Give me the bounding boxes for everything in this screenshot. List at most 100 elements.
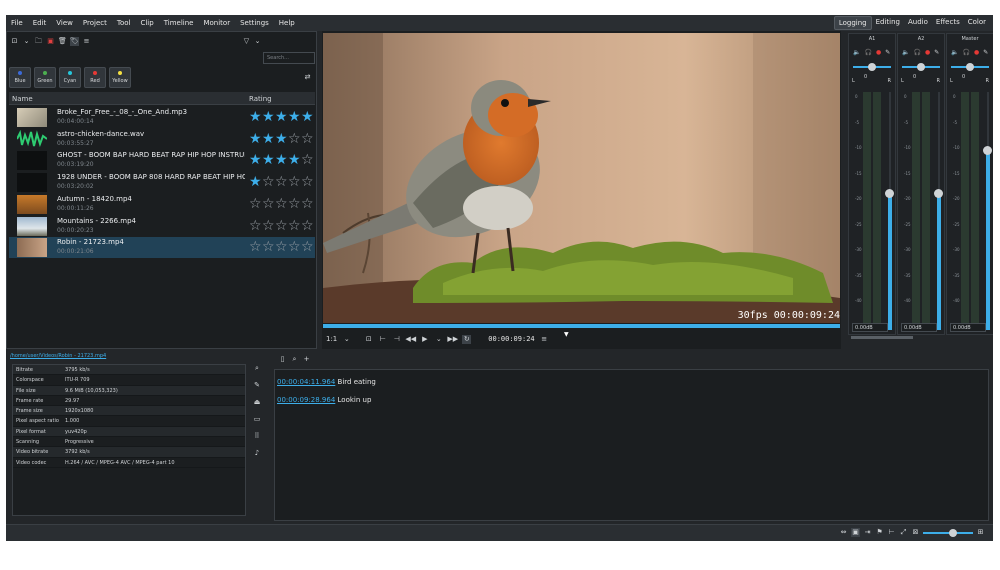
balance-slider[interactable] [951,63,989,71]
balance-slider[interactable] [902,63,940,71]
set-out-icon[interactable]: ⊣ [392,335,401,344]
sort-icon[interactable]: ⇄ [303,73,312,82]
rating-stars[interactable]: ★ ★ ★ ☆ ☆ [249,131,314,147]
flag-icon[interactable]: ⚑ [875,528,884,537]
balance-slider[interactable] [853,63,891,71]
effect-icon[interactable]: ✎ [885,49,890,56]
effect-icon[interactable]: ✎ [983,49,988,56]
clip-row[interactable]: Broke_For_Free_-_08_-_One_And.mp3 00:04:0… [9,107,315,128]
star-icon[interactable]: ☆ [275,196,288,212]
menu-edit[interactable]: Edit [28,19,52,27]
column-name-header[interactable]: Name [12,95,33,103]
effect-icon[interactable]: ✎ [934,49,939,56]
chevron-down-icon[interactable]: ⌄ [342,335,351,344]
menu-clip[interactable]: Clip [135,19,158,27]
overlay-icon[interactable]: ⊡ [364,335,373,344]
loop-icon[interactable]: ↻ [462,334,472,344]
menu-timeline[interactable]: Timeline [159,19,199,27]
star-icon[interactable]: ☆ [262,239,275,255]
add-clip-icon[interactable]: ▣ [46,37,55,46]
star-icon[interactable]: ☆ [275,218,288,234]
record-icon[interactable]: ● [925,49,930,56]
star-icon[interactable]: ★ [288,152,301,168]
layout-effects[interactable]: Effects [932,16,964,30]
tag-red[interactable]: Red [84,67,106,88]
clip-row[interactable]: astro-chicken-dance.wav 00:03:55:27 ★ ★ ★ ☆ ☆ [9,129,315,150]
star-icon[interactable]: ☆ [301,196,314,212]
star-icon[interactable]: ☆ [249,239,262,255]
zoom-slider-handle[interactable] [949,528,957,537]
star-icon[interactable]: ★ [262,152,275,168]
star-icon[interactable]: ★ [249,131,262,147]
star-icon[interactable]: ☆ [249,196,262,212]
rating-stars[interactable]: ★ ☆ ☆ ☆ ☆ [249,174,314,190]
eject-icon[interactable]: ⏏ [253,398,262,407]
menu-tool[interactable]: Tool [112,19,136,27]
star-icon[interactable]: ★ [288,109,301,125]
menu-monitor[interactable]: Monitor [198,19,235,27]
star-icon[interactable]: ☆ [262,174,275,190]
record-icon[interactable]: ● [974,49,979,56]
chevron-down-icon[interactable]: ⌄ [253,37,262,46]
layout-color[interactable]: Color [964,16,990,30]
frame-icon[interactable]: ▯ [278,355,287,364]
play-icon[interactable]: ▶ [420,335,429,344]
zoom-out-icon[interactable]: ⊠ [911,528,920,537]
star-icon[interactable]: ★ [275,109,288,125]
delete-icon[interactable]: 🗑 [58,37,67,46]
star-icon[interactable]: ☆ [275,174,288,190]
star-icon[interactable]: ★ [262,131,275,147]
column-rating-header[interactable]: Rating [249,95,272,103]
layout-audio[interactable]: Audio [904,16,932,30]
menu-settings[interactable]: Settings [235,19,274,27]
balance-handle[interactable] [868,63,876,71]
marker-time[interactable]: 00:00:09:28.964 [277,396,335,404]
tag-green[interactable]: Green [34,67,56,88]
star-icon[interactable]: ☆ [301,152,314,168]
star-icon[interactable]: ☆ [301,174,314,190]
volume-handle[interactable] [983,146,992,155]
menu-help[interactable]: Help [274,19,300,27]
record-icon[interactable]: ● [876,49,881,56]
add-marker-icon[interactable]: + [302,355,311,364]
tag-yellow[interactable]: Yellow [109,67,131,88]
clip-row[interactable]: Mountains - 2266.mp4 00:00:20:23 ☆ ☆ ☆ ☆ ☆ [9,216,315,237]
tag-blue[interactable]: Blue [9,67,31,88]
search-icon[interactable]: ⌕ [290,355,299,364]
balance-handle[interactable] [917,63,925,71]
menu-icon[interactable]: ≡ [82,37,91,46]
star-icon[interactable]: ★ [301,109,314,125]
volume-slider-fill[interactable] [986,149,990,330]
volume-handle[interactable] [885,189,894,198]
frame-icon[interactable]: ▭ [253,415,262,424]
rating-stars[interactable]: ☆ ☆ ☆ ☆ ☆ [249,218,314,234]
volume-slider-fill[interactable] [888,192,892,330]
star-icon[interactable]: ★ [275,131,288,147]
zoom-slider[interactable] [923,528,973,537]
rating-stars[interactable]: ☆ ☆ ☆ ☆ ☆ [249,239,314,255]
menu-icon[interactable]: ≡ [540,335,549,344]
star-icon[interactable]: ☆ [301,131,314,147]
star-icon[interactable]: ☆ [249,218,262,234]
search-icon[interactable]: ⌕ [253,364,262,373]
chevron-down-icon[interactable]: ⌄ [434,335,443,344]
clip-row[interactable]: GHOST - BOOM BAP HARD BEAT RAP HIP HOP I… [9,150,315,171]
volume-handle[interactable] [934,189,943,198]
star-icon[interactable]: ☆ [275,239,288,255]
fit-icon[interactable]: ⤢ [899,528,908,537]
volume-field[interactable]: 0.00dB [901,323,937,332]
star-icon[interactable]: ☆ [288,174,301,190]
star-icon[interactable]: ★ [249,109,262,125]
rating-stars[interactable]: ★ ★ ★ ★ ★ [249,109,314,125]
star-icon[interactable]: ☆ [301,218,314,234]
search-input[interactable]: Search... [263,52,315,64]
star-icon[interactable]: ★ [249,152,262,168]
menu-project[interactable]: Project [78,19,112,27]
clip-row[interactable]: 1928 UNDER - BOOM BAP 808 HARD RAP BEAT … [9,172,315,193]
star-icon[interactable]: ★ [249,174,262,190]
split-icon[interactable]: ⇥ [863,528,872,537]
volume-field[interactable]: 0.00dB [852,323,888,332]
zoom-in-icon[interactable]: ⊞ [976,528,985,537]
grid-icon[interactable]: ⠿ [253,432,262,441]
edit-icon[interactable]: ✎ [253,381,262,390]
